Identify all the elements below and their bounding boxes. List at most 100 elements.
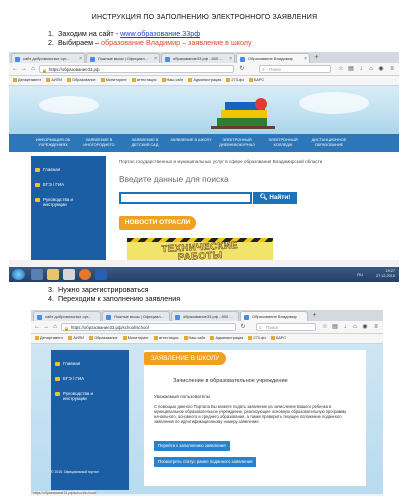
download-icon[interactable]: ↓ (357, 65, 365, 73)
folder-icon (131, 78, 136, 82)
browser-tab[interactable]: образование33.рф - 800 ... (171, 311, 239, 321)
language-indicator[interactable]: RU (357, 272, 363, 277)
home-icon[interactable]: ⌂ (367, 65, 375, 73)
start-button[interactable] (12, 269, 25, 280)
portal-sidebar: Главная ЕГЭ / ГИА Руководства и инструкц… (31, 156, 106, 260)
back-arrow-icon[interactable]: ← (11, 65, 19, 73)
step-2-highlight: образование Владимир – заявление в школу (101, 38, 252, 47)
sidebar-item-home[interactable]: Главная (63, 361, 123, 366)
bookmark[interactable]: 273-фз (248, 336, 266, 340)
bookmark[interactable]: аттестация (131, 78, 156, 82)
news-tab[interactable]: НОВОСТИ ОТРАСЛИ (119, 216, 196, 230)
star-icon[interactable]: ☆ (337, 65, 345, 73)
sidebar-item-home[interactable]: Главная (43, 167, 103, 172)
url-field[interactable]: 🔒 https://образование33.рф (39, 65, 234, 73)
menu-item-distance[interactable]: ДИСТАНЦИОННОЕ ОБРАЗОВАНИЕ (307, 138, 351, 147)
forward-arrow-icon[interactable]: → (42, 323, 50, 331)
folder-icon (248, 78, 253, 82)
favicon-icon (37, 315, 42, 320)
home-icon[interactable]: ⌂ (51, 323, 59, 331)
pocket-icon[interactable]: ◉ (377, 65, 385, 73)
forward-arrow-icon[interactable]: → (20, 65, 28, 73)
browser-tab[interactable]: Ложные вызы | Официал... × (86, 53, 160, 63)
menu-item-college[interactable]: ЭЛЕКТРОННЫЙ КОЛЛЕДЖ (261, 138, 305, 147)
portal-page: ИНФОРМАЦИЯ ОБ УЧРЕЖДЕНИЯХ ЗАЯВЛЕНИЕ В ИН… (9, 86, 399, 260)
step-4: 4. Переходим к заполнению заявления (48, 294, 181, 303)
bookmark[interactable]: Наш сайт (183, 336, 205, 340)
word-icon[interactable] (95, 269, 107, 280)
bookmark[interactable]: Администрация (210, 336, 243, 340)
bookmark[interactable]: Наш сайт (161, 78, 183, 82)
menu-icon[interactable]: ≡ (372, 323, 380, 331)
bookmark[interactable]: Администрация (188, 78, 221, 82)
check-status-button[interactable]: Посмотреть статус ранее поданного заявле… (154, 457, 257, 467)
bookmark[interactable]: АИПИ (46, 78, 62, 82)
sidebar-item-exams[interactable]: ЕГЭ / ГИА (43, 182, 103, 187)
new-tab-button[interactable]: + (310, 312, 319, 320)
star-icon[interactable]: ☆ (321, 323, 329, 331)
sidebar-item-guides[interactable]: Руководства и инструкции (43, 197, 93, 207)
pocket-icon[interactable]: ◉ (361, 323, 369, 331)
close-icon[interactable]: × (79, 54, 82, 63)
browser-tab[interactable]: Ложные вызы | Официал... (102, 311, 170, 321)
site-link[interactable]: www.образование.33рф (120, 29, 200, 38)
book-icon (35, 183, 40, 187)
back-arrow-icon[interactable]: ← (33, 323, 41, 331)
address-toolbar: ← → ⌂ 🔒 https://образование33.рф/school/s… (31, 321, 383, 334)
bookmark[interactable]: Образование (67, 78, 96, 82)
find-button[interactable]: 🔍︎ Найти! (253, 192, 297, 204)
bookmark[interactable]: АИПИ (68, 336, 84, 340)
home-icon[interactable]: ⌂ (29, 65, 37, 73)
media-player-icon[interactable] (63, 269, 75, 280)
reload-icon[interactable]: ↻ (239, 323, 247, 331)
new-tab-button[interactable]: + (312, 54, 321, 62)
menu-item-kindergarten[interactable]: ЗАЯВЛЕНИЕ В ДЕТСКИЙ САД (123, 138, 167, 147)
menu-icon[interactable]: ≡ (388, 65, 396, 73)
bookmark[interactable]: Департамент (35, 336, 63, 340)
firefox-icon[interactable] (79, 269, 91, 280)
fill-application-button[interactable]: Перейти к заполнению заявления (154, 441, 230, 451)
url-field[interactable]: 🔒 https://образование33.рф/school/school (61, 323, 236, 331)
folder-icon[interactable] (47, 269, 59, 280)
reload-icon[interactable]: ↻ (238, 65, 246, 73)
bookmark[interactable]: Мониторинг (100, 78, 127, 82)
search-icon: ⌕ (262, 67, 265, 73)
browser-tab[interactable]: сайт добровольных орг... × (11, 53, 85, 63)
clipboard-icon[interactable]: ▤ (331, 323, 339, 331)
home-icon[interactable]: ⌂ (351, 323, 359, 331)
menu-item-school[interactable]: ЗАЯВЛЕНИЕ В ШКОЛУ (169, 138, 213, 143)
bookmark[interactable]: Департамент (13, 78, 41, 82)
folder-icon (188, 78, 193, 82)
sidebar-item-exams[interactable]: ЕГЭ / ГИА (63, 376, 123, 381)
content-title: Зачисление в образовательное учреждение (173, 378, 288, 384)
clipboard-icon[interactable]: ▤ (347, 65, 355, 73)
bookmark[interactable]: Образование (89, 336, 118, 340)
browser-tab[interactable]: образование33.рф - 800 ... × (161, 53, 235, 63)
close-icon[interactable]: × (229, 54, 232, 63)
folder-icon (248, 336, 253, 340)
technical-works-banner: ТЕХНИЧЕСКИЕ РАБОТЫ (127, 238, 273, 260)
bookmark[interactable]: Мониторинг (122, 336, 149, 340)
browser-tab[interactable]: сайт добровольных орг... (33, 311, 101, 321)
bookmark[interactable]: аттестация (153, 336, 178, 340)
bookmarks-bar: Департамент АИПИ Образование Мониторинг … (9, 76, 399, 86)
browser-search-field[interactable]: ⌕ Поиск (259, 65, 331, 73)
school-application-tab[interactable]: ЗАЯВЛЕНИЕ В ШКОЛУ (144, 352, 226, 365)
ie-icon[interactable] (31, 269, 43, 280)
bookmark[interactable]: БАРС (270, 336, 286, 340)
favicon-icon (240, 57, 245, 62)
menu-item-diary[interactable]: ЭЛЕКТРОННЫЙ ДНЕВНИК/ЖУРНАЛ (215, 138, 259, 147)
browser-tab-active[interactable]: Образование Владимир (240, 311, 308, 321)
close-icon[interactable]: × (154, 54, 157, 63)
bookmark[interactable]: 273-фз (226, 78, 244, 82)
portal-search-input[interactable] (119, 192, 252, 204)
sidebar-item-guides[interactable]: Руководства и инструкции (63, 391, 113, 401)
favicon-icon (90, 57, 95, 62)
browser-search-field[interactable]: ⌕ Поиск (256, 323, 316, 331)
browser-tab-active[interactable]: Образование Владимир × (236, 53, 310, 63)
close-icon[interactable]: × (304, 54, 307, 63)
download-icon[interactable]: ↓ (341, 323, 349, 331)
bookmark[interactable]: БАРС (248, 78, 264, 82)
menu-item-nonresident[interactable]: ЗАЯВЛЕНИЕ В ИНОГОРОДНЕГО (77, 138, 121, 147)
menu-item-info[interactable]: ИНФОРМАЦИЯ ОБ УЧРЕЖДЕНИЯХ (31, 138, 75, 147)
